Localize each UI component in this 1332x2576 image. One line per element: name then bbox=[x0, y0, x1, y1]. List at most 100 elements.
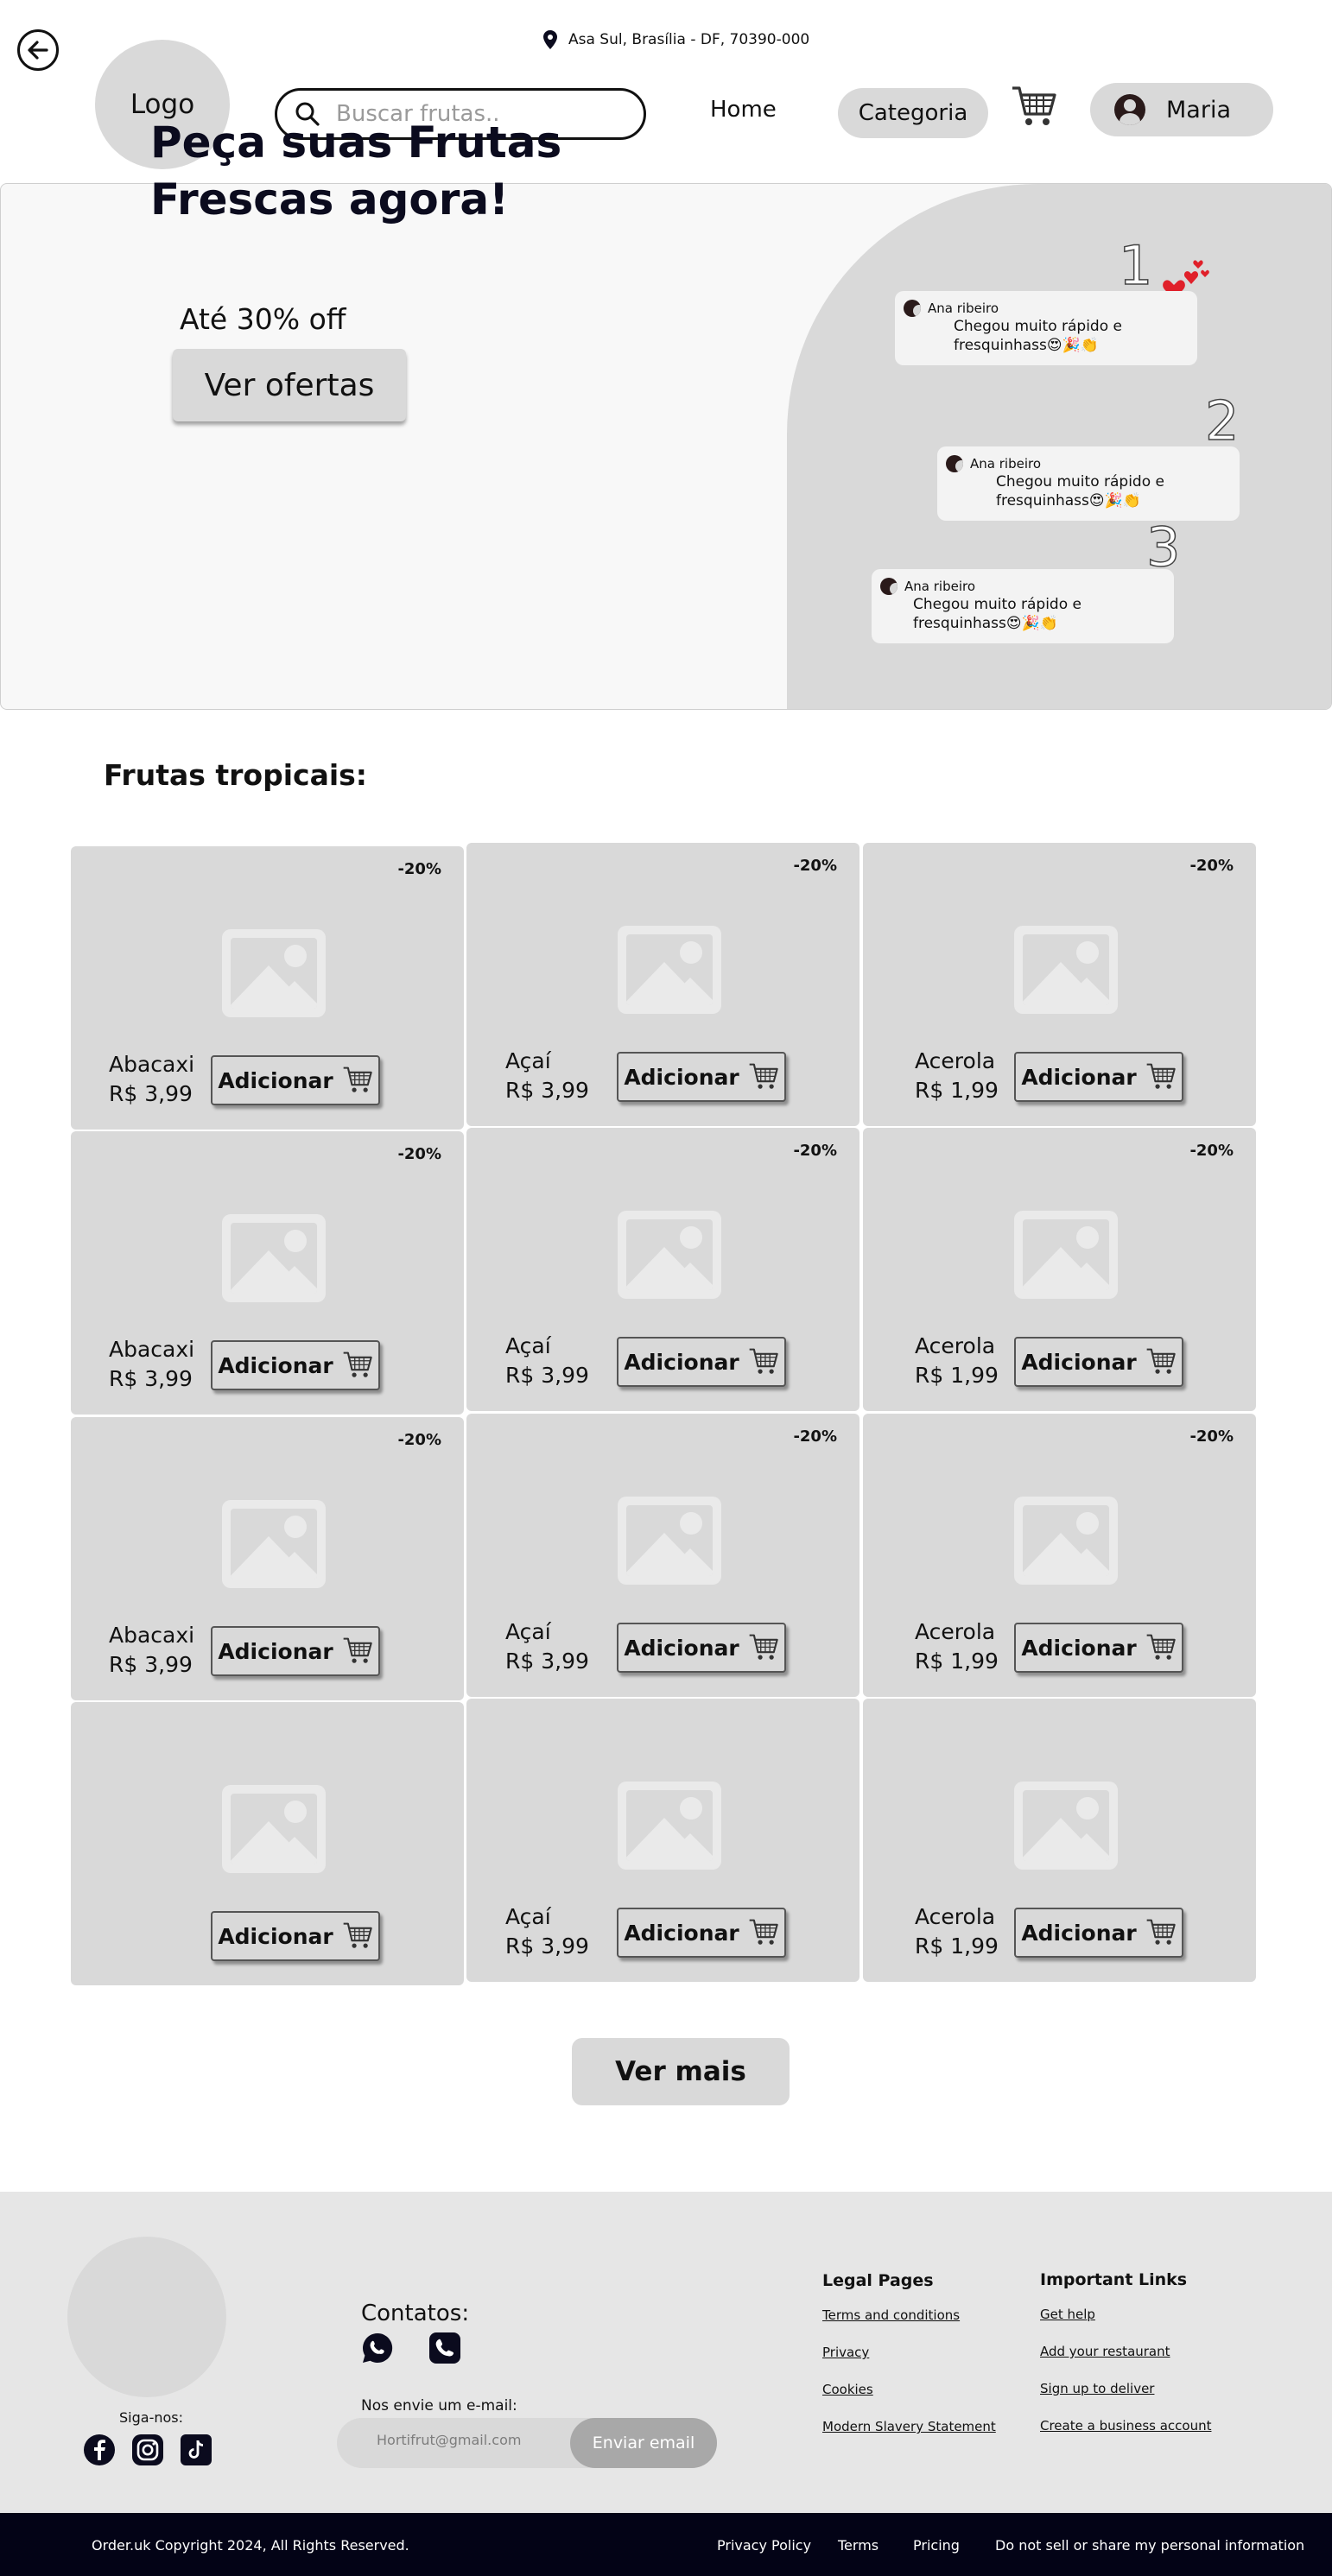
bottom-link-pricing[interactable]: Pricing bbox=[913, 2537, 960, 2554]
product-price: R$ 3,99 bbox=[109, 1366, 193, 1391]
product-info: Acerola R$ 1,99 bbox=[915, 1332, 999, 1390]
instagram-icon[interactable] bbox=[131, 2434, 164, 2466]
product-price: R$ 3,99 bbox=[505, 1934, 589, 1959]
bottom-link-do-not-sell[interactable]: Do not sell or share my personal informa… bbox=[995, 2537, 1304, 2554]
add-to-cart-button[interactable]: Adicionar bbox=[617, 1908, 786, 1958]
facebook-icon[interactable] bbox=[83, 2434, 116, 2466]
image-placeholder-icon bbox=[222, 1500, 326, 1588]
important-link-deliver[interactable]: Sign up to deliver bbox=[1040, 2381, 1154, 2396]
image-placeholder-icon bbox=[222, 1214, 326, 1302]
view-offers-button[interactable]: Ver ofertas bbox=[173, 349, 406, 421]
map-pin-icon bbox=[543, 30, 557, 49]
email-input[interactable] bbox=[377, 2432, 549, 2448]
discount-badge: -20% bbox=[793, 1142, 837, 1160]
send-email-button[interactable]: Enviar email bbox=[570, 2418, 717, 2468]
review-text-line: fresquinhass😍🎉👏 bbox=[954, 337, 1099, 354]
discount-badge: -20% bbox=[397, 860, 441, 878]
product-card[interactable]: Açaí R$ 3,99 Adicionar bbox=[466, 1699, 859, 1982]
review-author: Ana ribeiro bbox=[880, 578, 975, 595]
add-to-cart-button[interactable]: Adicionar bbox=[1014, 1052, 1183, 1102]
add-to-cart-button[interactable]: Adicionar bbox=[211, 1911, 380, 1961]
important-link-business[interactable]: Create a business account bbox=[1040, 2418, 1211, 2434]
product-name: Açaí bbox=[505, 1333, 551, 1358]
cart-icon bbox=[343, 1922, 372, 1948]
tiktok-icon[interactable] bbox=[180, 2434, 212, 2466]
add-to-cart-button[interactable]: Adicionar bbox=[617, 1337, 786, 1387]
review-card-2: Ana ribeiro Chegou muito rápido e fresqu… bbox=[937, 446, 1240, 521]
product-card[interactable]: -20% Abacaxi R$ 3,99 Adicionar bbox=[71, 1417, 464, 1700]
add-to-cart-button[interactable]: Adicionar bbox=[1014, 1337, 1183, 1387]
social-links bbox=[83, 2434, 212, 2466]
bottom-bar: Order.uk Copyright 2024, All Rights Rese… bbox=[0, 2513, 1332, 2576]
product-card[interactable]: -20% Açaí R$ 3,99 Adicionar bbox=[466, 1128, 859, 1411]
add-to-cart-button[interactable]: Adicionar bbox=[1014, 1908, 1183, 1958]
hero-subtitle: Até 30% off bbox=[180, 302, 346, 336]
add-button-label: Adicionar bbox=[1021, 1349, 1137, 1375]
product-card[interactable]: -20% Acerola R$ 1,99 Adicionar bbox=[863, 843, 1256, 1126]
add-to-cart-button[interactable]: Adicionar bbox=[211, 1055, 380, 1105]
phone-icon[interactable] bbox=[428, 2332, 461, 2364]
add-button-label: Adicionar bbox=[1021, 1064, 1137, 1090]
image-placeholder-icon bbox=[618, 1782, 721, 1870]
product-card[interactable]: -20% Abacaxi R$ 3,99 Adicionar bbox=[71, 1131, 464, 1415]
cart-icon bbox=[749, 1348, 778, 1374]
cart-button[interactable] bbox=[1011, 85, 1057, 130]
product-card[interactable]: Adicionar bbox=[71, 1702, 464, 1985]
product-price: R$ 3,99 bbox=[109, 1652, 193, 1677]
product-price: R$ 1,99 bbox=[915, 1078, 999, 1103]
review-text-line: Chegou muito rápido e bbox=[913, 596, 1081, 613]
bottom-link-privacy[interactable]: Privacy Policy bbox=[717, 2537, 811, 2554]
page: Logo Asa Sul, Brasília - DF, 70390-000 H… bbox=[0, 0, 1332, 2576]
add-to-cart-button[interactable]: Adicionar bbox=[617, 1052, 786, 1102]
review-number-1: 1 bbox=[1118, 233, 1153, 298]
copyright: Order.uk Copyright 2024, All Rights Rese… bbox=[92, 2537, 409, 2554]
footer-logo bbox=[67, 2237, 226, 2397]
legal-link-privacy[interactable]: Privacy bbox=[822, 2345, 869, 2360]
add-to-cart-button[interactable]: Adicionar bbox=[211, 1626, 380, 1676]
location[interactable]: Asa Sul, Brasília - DF, 70390-000 bbox=[542, 28, 809, 52]
add-button-label: Adicionar bbox=[624, 1920, 739, 1946]
product-info: Abacaxi R$ 3,99 bbox=[109, 1621, 194, 1680]
reviewer-avatar bbox=[946, 455, 963, 472]
add-button-label: Adicionar bbox=[218, 1638, 333, 1664]
back-button[interactable] bbox=[17, 29, 59, 71]
legal-link-slavery[interactable]: Modern Slavery Statement bbox=[822, 2419, 996, 2434]
legal-link-terms[interactable]: Terms and conditions bbox=[822, 2307, 960, 2323]
image-placeholder-icon bbox=[1014, 1782, 1118, 1870]
discount-badge: -20% bbox=[1189, 1142, 1234, 1160]
image-placeholder-icon bbox=[618, 1497, 721, 1585]
nav-home[interactable]: Home bbox=[710, 97, 777, 123]
see-more-button[interactable]: Ver mais bbox=[572, 2038, 790, 2105]
product-card[interactable]: Acerola R$ 1,99 Adicionar bbox=[863, 1699, 1256, 1982]
section-title: Frutas tropicais: bbox=[104, 758, 368, 792]
important-link-restaurant[interactable]: Add your restaurant bbox=[1040, 2344, 1170, 2359]
cart-icon bbox=[1146, 1919, 1176, 1945]
arrow-left-icon bbox=[28, 41, 48, 60]
product-price: R$ 1,99 bbox=[915, 1649, 999, 1674]
reviewer-avatar bbox=[880, 578, 898, 595]
review-text-line: fresquinhass😍🎉👏 bbox=[913, 615, 1058, 632]
add-to-cart-button[interactable]: Adicionar bbox=[617, 1623, 786, 1673]
add-to-cart-button[interactable]: Adicionar bbox=[1014, 1623, 1183, 1673]
add-button-label: Adicionar bbox=[1021, 1635, 1137, 1661]
product-card[interactable]: -20% Açaí R$ 3,99 Adicionar bbox=[466, 843, 859, 1126]
product-name: Acerola bbox=[915, 1904, 996, 1929]
bottom-link-terms[interactable]: Terms bbox=[838, 2537, 878, 2554]
legal-link-cookies[interactable]: Cookies bbox=[822, 2382, 873, 2397]
product-info: Acerola R$ 1,99 bbox=[915, 1047, 999, 1105]
whatsapp-icon[interactable] bbox=[361, 2332, 394, 2364]
cart-icon bbox=[1146, 1063, 1176, 1089]
nav-category-button[interactable]: Categoria bbox=[838, 88, 988, 138]
product-card[interactable]: -20% Acerola R$ 1,99 Adicionar bbox=[863, 1128, 1256, 1411]
add-to-cart-button[interactable]: Adicionar bbox=[211, 1340, 380, 1390]
product-card[interactable]: -20% Açaí R$ 3,99 Adicionar bbox=[466, 1414, 859, 1697]
user-menu[interactable]: Maria bbox=[1090, 83, 1273, 136]
discount-badge: -20% bbox=[1189, 857, 1234, 875]
reviewer-name: Ana ribeiro bbox=[928, 301, 999, 316]
follow-label: Siga-nos: bbox=[119, 2409, 183, 2426]
important-link-help[interactable]: Get help bbox=[1040, 2307, 1095, 2322]
important-links-title: Important Links bbox=[1040, 2270, 1188, 2289]
product-card[interactable]: -20% Abacaxi R$ 3,99 Adicionar bbox=[71, 846, 464, 1130]
product-info: Açaí R$ 3,99 bbox=[505, 1902, 589, 1961]
product-card[interactable]: -20% Acerola R$ 1,99 Adicionar bbox=[863, 1414, 1256, 1697]
